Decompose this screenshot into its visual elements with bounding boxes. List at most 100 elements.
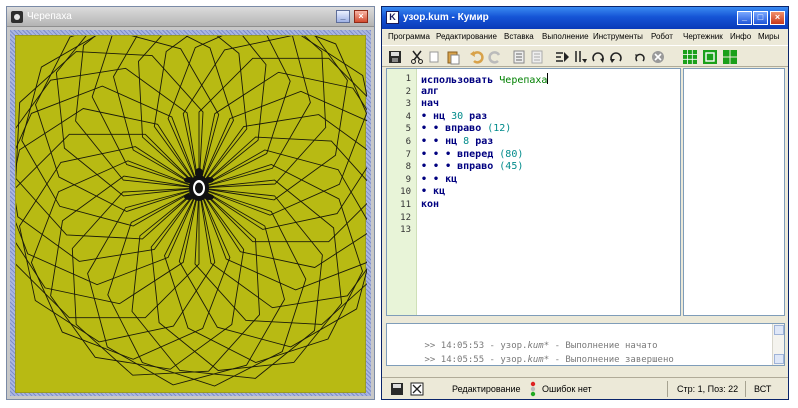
stop-icon[interactable] (650, 49, 666, 65)
octagon-path (150, 179, 343, 371)
copy-icon[interactable] (427, 49, 443, 65)
code-token: кон (421, 199, 440, 210)
code-token: использовать (421, 75, 500, 86)
line-number: 3 (405, 99, 411, 110)
code-line[interactable]: нач (421, 98, 439, 109)
scroll-down-button[interactable] (774, 354, 784, 364)
menu-info[interactable]: Инфо (730, 32, 751, 41)
code-line[interactable]: кон (421, 199, 439, 210)
code-line[interactable]: • • • вправо (45) (421, 161, 523, 172)
code-token: • • (421, 123, 446, 135)
save-icon[interactable] (389, 381, 405, 397)
line-number: 4 (405, 111, 411, 122)
code-token: • • • (421, 161, 458, 173)
turtle-drawing (16, 36, 367, 387)
robot-field-icon[interactable] (702, 49, 718, 65)
status-position: Стр: 1, Поз: 22 (677, 384, 739, 394)
code-token: алг (421, 85, 440, 97)
octagon-path (198, 71, 367, 268)
menu-drawer[interactable]: Чертежник (683, 32, 723, 41)
code-token: вправо (457, 161, 500, 173)
code-token: • • (421, 173, 446, 185)
turtle-window-titlebar[interactable]: Черепаха _ × (7, 7, 374, 27)
minimize-button[interactable]: _ (336, 10, 350, 23)
helper-pane[interactable] (683, 68, 785, 316)
close-button[interactable]: × (770, 11, 785, 25)
code-token: нц (433, 110, 452, 122)
menu-robot[interactable]: Робот (651, 32, 673, 41)
menu-tools[interactable]: Инструменты (593, 32, 643, 41)
line-number: 9 (405, 174, 411, 185)
toolbar (382, 45, 788, 67)
code-token: раз (469, 136, 494, 147)
step-into-icon[interactable] (590, 49, 606, 65)
menu-edit[interactable]: Редактирование (436, 32, 497, 41)
turtle-window-title: Черепаха (27, 11, 72, 22)
code-token: 30 (451, 110, 464, 122)
menu-bar: Программа Редактирование Вставка Выполне… (382, 29, 788, 45)
close-button[interactable]: × (354, 10, 368, 23)
indent-icon[interactable] (511, 49, 527, 65)
cut-icon[interactable] (409, 49, 425, 65)
code-line[interactable]: • • кц (421, 174, 457, 185)
paste-icon[interactable] (445, 49, 461, 65)
grid-icon[interactable] (682, 49, 698, 65)
code-line[interactable]: • кц (421, 186, 445, 197)
turtle-app-icon (11, 11, 23, 23)
save-icon[interactable] (387, 49, 403, 65)
redo-icon[interactable] (487, 49, 503, 65)
menu-worlds[interactable]: Миры (758, 32, 779, 41)
maximize-button[interactable]: □ (753, 11, 768, 25)
scroll-up-button[interactable] (774, 325, 784, 335)
run-icon[interactable] (554, 49, 570, 65)
code-line[interactable]: • • • вперед (80) (421, 149, 523, 160)
code-token: (12) (487, 123, 512, 135)
code-line[interactable]: алг (421, 86, 439, 97)
kumir-window-title: узор.kum - Кумир (403, 12, 489, 23)
code-token: кц (445, 173, 458, 185)
undo-icon[interactable] (469, 49, 485, 65)
status-errors: Ошибок нет (542, 384, 592, 394)
code-editor[interactable]: 1 2 3 4 5 6 7 8 9 10 11 12 13 использовать Черепаха а… (386, 68, 681, 316)
status-separator (667, 381, 668, 397)
menu-program[interactable]: Программа (388, 32, 430, 41)
code-token: кц (433, 186, 446, 198)
code-token: • • (421, 136, 446, 147)
text-caret (547, 73, 549, 84)
code-token: (80) (499, 148, 524, 160)
menu-insert[interactable]: Вставка (504, 32, 534, 41)
outdent-icon[interactable] (529, 49, 545, 65)
line-number: 7 (405, 149, 411, 160)
code-token: • (421, 186, 434, 198)
line-number: 12 (400, 212, 411, 223)
code-line[interactable]: • • нц 8 раз (421, 136, 493, 147)
line-number: 8 (405, 162, 411, 173)
status-bar: Редактирование Ошибок нет Стр: 1, Поз: 2… (382, 377, 788, 399)
line-number: 5 (405, 124, 411, 135)
code-token: вперед (457, 148, 500, 160)
line-number: 10 (400, 187, 411, 198)
kumir-window-titlebar[interactable]: K узор.kum - Кумир _ □ × (382, 7, 788, 29)
menu-run[interactable]: Выполнение (542, 32, 589, 41)
line-number: 6 (405, 137, 411, 147)
step-over-icon[interactable] (632, 49, 648, 65)
line-number: 2 (405, 86, 411, 97)
code-token: • • • (421, 148, 458, 160)
line-number: 1 (405, 74, 411, 84)
octagon-path (16, 51, 204, 240)
octagon-path (16, 108, 200, 305)
console-scrollbar[interactable] (772, 324, 784, 365)
code-token: Черепаха (499, 75, 548, 86)
output-console: >> 14:05:53 - узор.kum* - Выполнение нач… (386, 323, 785, 366)
code-line[interactable]: использовать Черепаха (421, 73, 549, 86)
code-line[interactable]: • нц 30 раз (421, 111, 487, 122)
close-file-icon[interactable] (409, 381, 425, 397)
draw-field-icon[interactable] (722, 49, 738, 65)
code-line[interactable]: • • вправо (12) (421, 123, 511, 134)
minimize-button[interactable]: _ (737, 11, 752, 25)
step-icon[interactable] (572, 49, 588, 65)
step-out-icon[interactable] (608, 49, 624, 65)
status-insert-mode: ВСТ (754, 384, 772, 394)
octagon-path (113, 36, 311, 189)
octagon-path (138, 36, 327, 189)
